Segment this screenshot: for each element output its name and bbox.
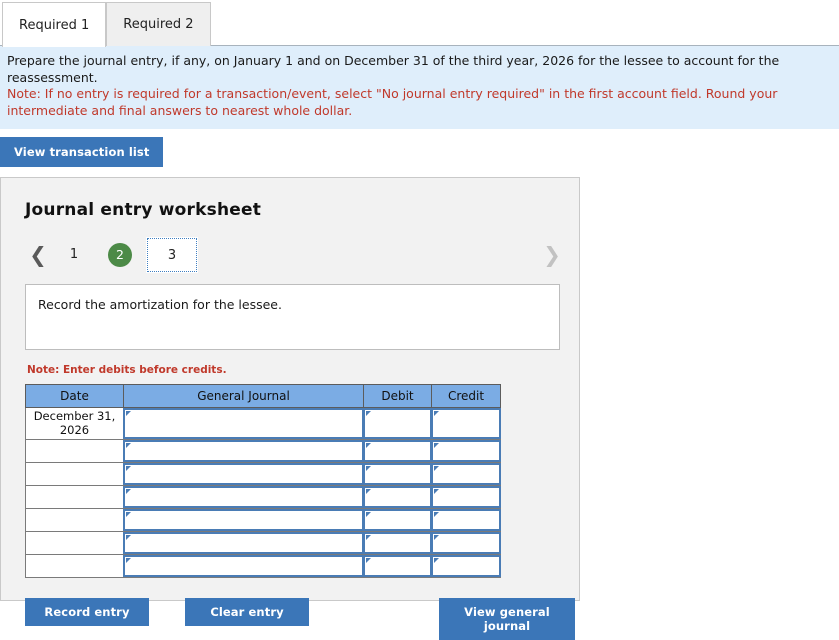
cell-general-journal[interactable] bbox=[123, 485, 364, 509]
debit-input[interactable] bbox=[363, 486, 432, 508]
instruction-banner: Prepare the journal entry, if any, on Ja… bbox=[0, 46, 839, 129]
table-row bbox=[25, 439, 501, 463]
account-input[interactable] bbox=[123, 532, 364, 554]
cell-credit[interactable] bbox=[431, 531, 501, 555]
column-header-debit: Debit bbox=[363, 384, 432, 408]
table-header-row: Date General Journal Debit Credit bbox=[25, 384, 501, 408]
table-row bbox=[25, 554, 501, 578]
debit-input[interactable] bbox=[363, 463, 432, 485]
tab-required-2-label: Required 2 bbox=[123, 17, 194, 32]
account-input[interactable] bbox=[123, 486, 364, 508]
tab-required-1[interactable]: Required 1 bbox=[2, 2, 107, 47]
credit-input[interactable] bbox=[431, 463, 501, 485]
column-header-credit: Credit bbox=[431, 384, 501, 408]
cell-general-journal[interactable] bbox=[123, 531, 364, 555]
cell-debit[interactable] bbox=[363, 531, 432, 555]
cell-date[interactable] bbox=[25, 462, 124, 486]
table-row bbox=[25, 531, 501, 555]
instruction-note: Note: If no entry is required for a tran… bbox=[7, 86, 778, 118]
credit-input[interactable] bbox=[431, 509, 501, 531]
debit-input[interactable] bbox=[363, 555, 432, 577]
instruction-text: Prepare the journal entry, if any, on Ja… bbox=[7, 53, 780, 85]
credit-input[interactable] bbox=[431, 532, 501, 554]
table-row: December 31, 2026 bbox=[25, 407, 501, 440]
table-row bbox=[25, 462, 501, 486]
credit-input[interactable] bbox=[431, 440, 501, 462]
view-transaction-list-button[interactable]: View transaction list bbox=[0, 137, 164, 167]
tab-bar: Required 1 Required 2 bbox=[0, 0, 839, 47]
account-input[interactable] bbox=[123, 440, 364, 462]
account-input[interactable] bbox=[123, 555, 364, 577]
cell-debit[interactable] bbox=[363, 439, 432, 463]
journal-entry-table: Date General Journal Debit Credit Decemb… bbox=[25, 384, 501, 578]
column-header-date: Date bbox=[25, 384, 124, 408]
view-general-journal-button[interactable]: View general journal bbox=[439, 598, 575, 640]
cell-debit[interactable] bbox=[363, 554, 432, 578]
cell-date[interactable] bbox=[25, 439, 124, 463]
debit-input[interactable] bbox=[363, 408, 432, 439]
cell-general-journal[interactable] bbox=[123, 554, 364, 578]
cell-general-journal[interactable] bbox=[123, 407, 364, 440]
cell-date: December 31, 2026 bbox=[25, 407, 124, 440]
cell-date[interactable] bbox=[25, 531, 124, 555]
table-row bbox=[25, 508, 501, 532]
debit-input[interactable] bbox=[363, 440, 432, 462]
credit-input[interactable] bbox=[431, 555, 501, 577]
cell-general-journal[interactable] bbox=[123, 439, 364, 463]
cell-date[interactable] bbox=[25, 508, 124, 532]
account-input[interactable] bbox=[123, 509, 364, 531]
table-row bbox=[25, 485, 501, 509]
cell-credit[interactable] bbox=[431, 508, 501, 532]
column-header-general-journal: General Journal bbox=[123, 384, 364, 408]
cell-credit[interactable] bbox=[431, 554, 501, 578]
cell-credit[interactable] bbox=[431, 439, 501, 463]
pager-page-1[interactable]: 1 bbox=[51, 238, 97, 272]
journal-entry-panel: Journal entry worksheet ❮ 1 2 3 ❯ Record… bbox=[0, 177, 580, 640]
credit-input[interactable] bbox=[431, 408, 501, 439]
page-title: Journal entry worksheet bbox=[25, 200, 262, 220]
worksheet-prompt-text: Record the amortization for the lessee. bbox=[38, 297, 282, 312]
cell-general-journal[interactable] bbox=[123, 508, 364, 532]
tab-required-1-label: Required 1 bbox=[19, 17, 90, 33]
worksheet-pager: ❮ 1 2 3 ❯ bbox=[25, 237, 565, 273]
cell-debit[interactable] bbox=[363, 485, 432, 509]
account-input[interactable] bbox=[123, 408, 364, 439]
chevron-left-icon[interactable]: ❮ bbox=[25, 244, 51, 266]
record-entry-button[interactable]: Record entry bbox=[25, 598, 149, 626]
worksheet-actions: Record entry Clear entry View general jo… bbox=[25, 598, 575, 640]
cell-credit[interactable] bbox=[431, 485, 501, 509]
clear-entry-button[interactable]: Clear entry bbox=[185, 598, 309, 626]
account-input[interactable] bbox=[123, 463, 364, 485]
credit-input[interactable] bbox=[431, 486, 501, 508]
cell-general-journal[interactable] bbox=[123, 462, 364, 486]
tab-required-2[interactable]: Required 2 bbox=[106, 2, 211, 46]
cell-credit[interactable] bbox=[431, 407, 501, 440]
toolbar: View transaction list bbox=[0, 129, 839, 177]
pager-page-3-selected[interactable]: 3 bbox=[146, 237, 198, 273]
cell-date[interactable] bbox=[25, 554, 124, 578]
cell-debit[interactable] bbox=[363, 407, 432, 440]
cell-debit[interactable] bbox=[363, 508, 432, 532]
cell-credit[interactable] bbox=[431, 462, 501, 486]
pager-page-2-current[interactable]: 2 bbox=[108, 243, 132, 267]
debit-input[interactable] bbox=[363, 532, 432, 554]
debit-input[interactable] bbox=[363, 509, 432, 531]
cell-debit[interactable] bbox=[363, 462, 432, 486]
worksheet-prompt: Record the amortization for the lessee. bbox=[25, 284, 560, 350]
debits-before-credits-note: Note: Enter debits before credits. bbox=[27, 364, 227, 376]
cell-date[interactable] bbox=[25, 485, 124, 509]
chevron-right-icon[interactable]: ❯ bbox=[539, 244, 565, 266]
